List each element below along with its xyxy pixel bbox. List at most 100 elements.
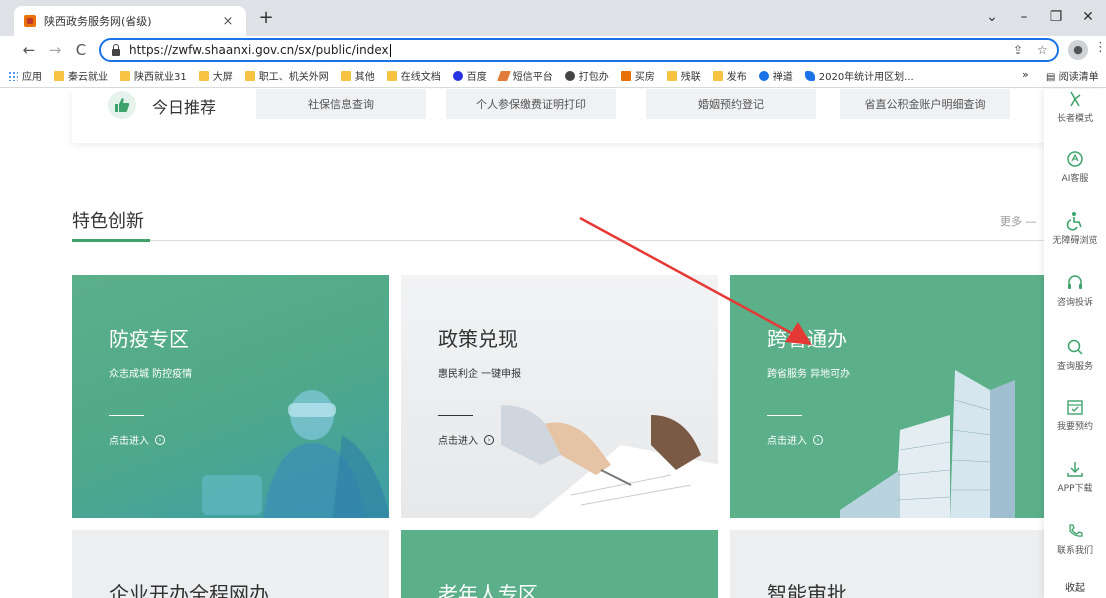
recommend-marriage-appointment[interactable]: 婚姻预约登记 <box>646 89 816 119</box>
sidebar-query-service[interactable]: 查询服务 <box>1044 337 1106 372</box>
card-title: 企业开办全程网办 <box>109 582 269 598</box>
sidebar-ai-service[interactable]: AI客服 <box>1044 149 1106 184</box>
sidebar-app-download[interactable]: APP下载 <box>1044 459 1106 494</box>
sidebar-collapse[interactable]: 收起 <box>1044 579 1106 594</box>
browser-window: 陕西政务服务网(省级) × + ⌄ – ❐ ✕ ← → C https://zw… <box>0 0 1106 598</box>
arrow-circle-icon: › <box>484 434 494 445</box>
baidu-icon <box>452 70 463 81</box>
browser-menu-icon[interactable]: ⋮ <box>1094 40 1106 55</box>
stats-icon <box>804 70 815 81</box>
card-title: 老年人专区 <box>438 582 538 598</box>
card-smart-approval[interactable]: 智能审批 <box>730 530 1044 598</box>
sidebar-consult-complaint[interactable]: 咨询投诉 <box>1044 273 1106 308</box>
today-recommend-title: 今日推荐 <box>152 98 217 117</box>
card-policy-redemption[interactable]: 政策兑现 惠民利企 一键申报 点击进入 › <box>401 275 718 518</box>
house-icon <box>620 70 631 81</box>
browser-tab[interactable]: 陕西政务服务网(省级) × <box>14 6 246 36</box>
share-icon[interactable]: ⇪ <box>1013 43 1023 57</box>
bookmark-apps[interactable]: 应用 <box>8 68 42 83</box>
bookmark-dabaoban[interactable]: 打包办 <box>564 68 609 83</box>
reading-list-button[interactable]: ▤ 阅读清单 <box>1046 68 1099 83</box>
card-title: 政策兑现 <box>438 327 518 351</box>
headset-icon <box>1068 275 1082 289</box>
reload-button[interactable]: C <box>72 40 90 60</box>
bookmark-zentao[interactable]: 禅道 <box>758 68 793 83</box>
back-button[interactable]: ← <box>20 40 38 60</box>
recommend-housing-fund-query[interactable]: 省直公积金账户明细查询 <box>840 89 1010 119</box>
restore-button[interactable]: ❐ <box>1048 9 1064 25</box>
ai-service-icon <box>1067 151 1083 167</box>
folder-icon <box>120 70 130 81</box>
tab-close-icon[interactable]: × <box>220 14 236 29</box>
bookmark-folder[interactable]: 残联 <box>666 68 701 83</box>
card-subtitle: 跨省服务 异地可办 <box>767 369 851 380</box>
new-tab-button[interactable]: + <box>255 8 277 30</box>
globe-icon <box>564 70 575 81</box>
tab-search-dropdown-icon[interactable]: ⌄ <box>984 9 1000 25</box>
sidebar-contact-us[interactable]: 联系我们 <box>1044 521 1106 556</box>
card-enterprise-startup[interactable]: 企业开办全程网办 <box>72 530 389 598</box>
bookmark-sms[interactable]: 短信平台 <box>496 68 553 83</box>
sidebar-appointment[interactable]: 我要预约 <box>1044 397 1106 432</box>
sidebar-elder-mode[interactable]: 长者模式 <box>1044 89 1106 124</box>
bookmark-star-icon[interactable]: ☆ <box>1037 43 1048 57</box>
bookmarks-overflow-icon[interactable]: » <box>1022 68 1029 81</box>
minimize-button[interactable]: – <box>1016 9 1032 25</box>
pen-icon <box>496 70 511 81</box>
card-enter-link[interactable]: 点击进入 › <box>767 432 823 447</box>
more-link[interactable]: 更多 — <box>1000 213 1037 229</box>
card-enter-link[interactable]: 点击进入 › <box>109 432 165 447</box>
card-elderly-zone[interactable]: 老年人专区 <box>401 530 718 598</box>
card-divider <box>438 415 473 416</box>
sidebar-accessibility[interactable]: 无障碍浏览 <box>1044 211 1106 246</box>
folder-icon <box>340 70 351 81</box>
site-favicon-icon <box>24 15 36 27</box>
section-title-underline <box>72 239 150 242</box>
recommend-insurance-certificate-print[interactable]: 个人参保缴费证明打印 <box>446 89 616 119</box>
card-title: 防疫专区 <box>109 327 189 351</box>
bookmark-folder[interactable]: 在线文档 <box>386 68 441 83</box>
browser-toolbar: ← → C https://zwfw.shaanxi.gov.cn/sx/pub… <box>0 36 1106 64</box>
card-epidemic-zone[interactable]: 防疫专区 众志成城 防控疫情 点击进入 › <box>72 275 389 518</box>
recommend-social-security-query[interactable]: 社保信息查询 <box>256 89 426 119</box>
address-bar[interactable]: https://zwfw.shaanxi.gov.cn/sx/public/in… <box>99 38 1059 62</box>
text-caret <box>389 43 391 57</box>
arrow-circle-icon: › <box>813 434 823 445</box>
forward-button[interactable]: → <box>46 40 64 60</box>
bookmark-baidu[interactable]: 百度 <box>452 68 487 83</box>
page-content: 今日推荐 社保信息查询 个人参保缴费证明打印 婚姻预约登记 省直公积金账户明细查… <box>0 89 1106 598</box>
skyscraper-image <box>840 370 1015 518</box>
phone-icon <box>1069 524 1083 537</box>
close-window-button[interactable]: ✕ <box>1080 9 1096 25</box>
bookmark-folder[interactable]: 职工、机关外网 <box>244 68 329 83</box>
signing-document-image <box>501 405 718 518</box>
right-sidebar: 长者模式 AI客服 无障碍浏览 咨询投诉 查询服务 我要预约 APP下载 联系我… <box>1044 89 1106 598</box>
medical-staff-image <box>202 390 389 518</box>
thumbs-up-icon <box>108 91 136 119</box>
bookmark-folder[interactable]: 其他 <box>340 68 375 83</box>
bookmark-folder[interactable]: 大屏 <box>198 68 233 83</box>
bookmark-house[interactable]: 买房 <box>620 68 655 83</box>
arrow-circle-icon: › <box>155 434 165 445</box>
section-title: 特色创新 <box>72 211 144 232</box>
lock-icon[interactable] <box>111 44 121 56</box>
reading-list-icon: ▤ <box>1046 72 1059 83</box>
section-divider <box>72 240 1048 241</box>
folder-icon <box>54 70 64 81</box>
apps-icon <box>8 70 18 81</box>
card-enter-link[interactable]: 点击进入 › <box>438 432 494 447</box>
card-subtitle: 惠民利企 一键申报 <box>438 369 522 380</box>
bookmarks-bar: 应用 秦云就业 陕西就业31 大屏 职工、机关外网 其他 在线文档 百度 短信平… <box>0 64 1106 88</box>
search-icon <box>1067 339 1083 355</box>
folder-icon <box>244 70 255 81</box>
bookmark-folder[interactable]: 秦云就业 <box>54 68 108 83</box>
profile-avatar-icon[interactable]: ● <box>1068 40 1088 60</box>
card-title: 智能审批 <box>767 582 847 598</box>
accessibility-icon <box>1066 212 1082 231</box>
tab-title: 陕西政务服务网(省级) <box>44 15 152 28</box>
card-cross-province[interactable]: 跨省通办 跨省服务 异地可办 点击进入 › <box>730 275 1044 518</box>
bookmark-folder[interactable]: 陕西就业31 <box>120 68 187 83</box>
bookmark-folder[interactable]: 发布 <box>712 68 747 83</box>
bookmark-stats[interactable]: 2020年统计用区划... <box>804 68 914 83</box>
url-text: https://zwfw.shaanxi.gov.cn/sx/public/in… <box>129 43 389 57</box>
